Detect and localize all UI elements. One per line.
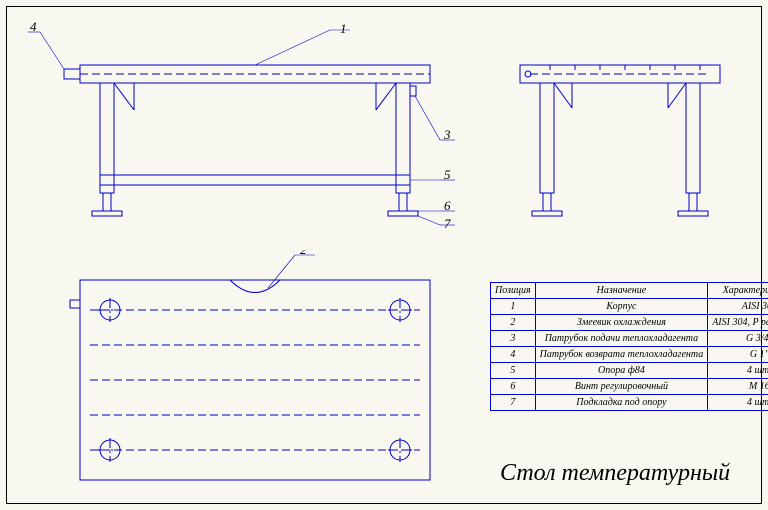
callout-5: 5 bbox=[444, 167, 451, 182]
table-row: 5Опора ф844 шт. bbox=[491, 363, 768, 379]
spec-table: Позиция Назначение Характеристика 1Корпу… bbox=[490, 282, 768, 411]
table-row: 3Патрубок подачи теплохладагентаG 3/4" bbox=[491, 331, 768, 347]
callout-4: 4 bbox=[30, 20, 37, 34]
side-view bbox=[500, 20, 740, 220]
table-row: 7Подкладка под опору4 шт. bbox=[491, 395, 768, 411]
table-row: 2Змеевик охлажденияAISI 304, P раб =3 ba… bbox=[491, 315, 768, 331]
callout-2: 2 bbox=[300, 250, 307, 257]
table-row: 1КорпусAISI 304 bbox=[491, 299, 768, 315]
drawing-title: Стол температурный bbox=[500, 460, 730, 486]
callout-3: 3 bbox=[443, 127, 451, 142]
title-block: Стол температурный bbox=[500, 450, 760, 500]
callout-1: 1 bbox=[340, 21, 347, 36]
col-position: Позиция bbox=[491, 283, 536, 299]
table-row: 6Винт регулировочныйМ 16 bbox=[491, 379, 768, 395]
col-name: Назначение bbox=[535, 283, 708, 299]
col-spec: Характеристика bbox=[708, 283, 768, 299]
table-header-row: Позиция Назначение Характеристика bbox=[491, 283, 768, 299]
front-view: 1 4 3 5 6 7 bbox=[20, 20, 460, 240]
callout-6: 6 bbox=[444, 198, 451, 213]
table-row: 4Патрубок возврата теплохладагентаG 1" bbox=[491, 347, 768, 363]
top-view: 2 bbox=[20, 250, 460, 500]
callout-7: 7 bbox=[444, 216, 451, 231]
